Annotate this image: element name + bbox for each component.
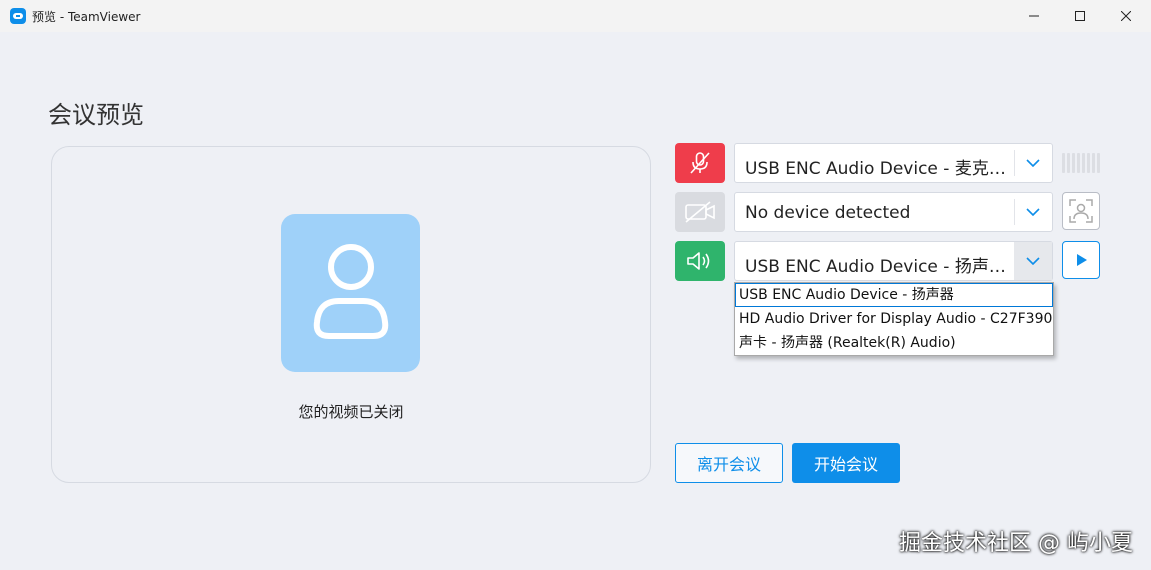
camera-select-value: No device detected	[745, 203, 911, 223]
camera-toggle-button[interactable]	[675, 192, 725, 232]
maximize-button[interactable]	[1057, 0, 1103, 32]
speaker-icon	[687, 252, 710, 270]
video-preview-panel: 您的视频已关闭	[51, 146, 651, 483]
window-title: 预览 - TeamViewer	[32, 10, 141, 24]
speaker-toggle-button[interactable]	[675, 241, 725, 281]
watermark-text: 掘金技术社区 @ 屿小夏	[899, 531, 1133, 556]
speaker-select-value: USB ENC Audio Device - 扬声器 (USB ENC Audi…	[745, 257, 1007, 277]
speaker-dropdown-list: USB ENC Audio Device - 扬声器 HD Audio Driv…	[734, 282, 1054, 356]
play-icon	[1077, 254, 1087, 266]
speaker-select[interactable]: USB ENC Audio Device - 扬声器 (USB ENC Audi…	[734, 241, 1053, 281]
speaker-option[interactable]: HD Audio Driver for Display Audio - C27F…	[735, 307, 1053, 331]
camera-off-icon	[685, 201, 715, 223]
close-button[interactable]	[1103, 0, 1149, 32]
page-title: 会议预览	[48, 101, 144, 129]
chevron-down-icon[interactable]	[1014, 242, 1052, 280]
user-icon	[313, 244, 389, 339]
microphone-toggle-button[interactable]	[675, 143, 725, 183]
mic-off-icon	[690, 152, 710, 174]
camera-select[interactable]: No device detected	[734, 192, 1053, 232]
leave-meeting-button[interactable]: 离开会议	[675, 443, 783, 483]
avatar	[281, 214, 420, 372]
background-effects-button[interactable]	[1062, 192, 1100, 230]
mic-level-meter	[1062, 153, 1100, 173]
speaker-option[interactable]: USB ENC Audio Device - 扬声器	[735, 283, 1053, 307]
chevron-down-icon[interactable]	[1014, 144, 1052, 182]
background-blur-icon	[1069, 199, 1093, 223]
test-speaker-button[interactable]	[1062, 241, 1100, 279]
microphone-select-value: USB ENC Audio Device - 麦克风 (USB ENC Audi…	[745, 159, 1007, 179]
video-status-text: 您的视频已关闭	[298, 403, 404, 421]
start-meeting-button[interactable]: 开始会议	[792, 443, 900, 483]
chevron-down-icon[interactable]	[1014, 193, 1052, 231]
title-bar: 预览 - TeamViewer	[0, 0, 1151, 32]
microphone-select[interactable]: USB ENC Audio Device - 麦克风 (USB ENC Audi…	[734, 143, 1053, 183]
minimize-button[interactable]	[1011, 0, 1057, 32]
teamviewer-logo-icon	[10, 8, 26, 24]
speaker-option[interactable]: 声卡 - 扬声器 (Realtek(R) Audio)	[735, 331, 1053, 355]
